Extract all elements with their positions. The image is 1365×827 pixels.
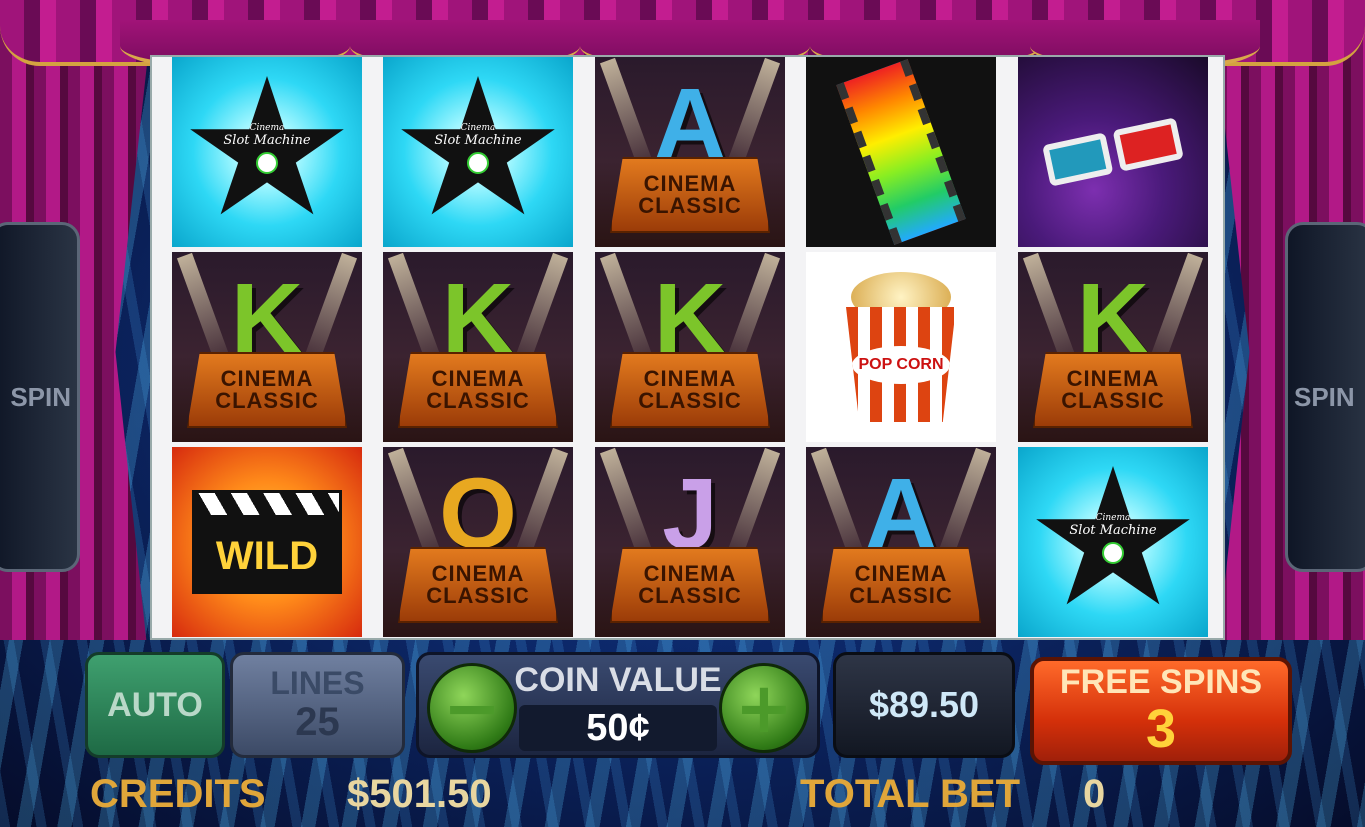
symbol-letter-k: K CINEMA CLASSIC [595, 252, 785, 442]
lines-label: LINES [270, 665, 365, 702]
pedestal-line2: CLASSIC [426, 583, 530, 608]
coin-decrease-button[interactable]: − [427, 663, 517, 753]
symbol-3d-glasses [1018, 57, 1208, 247]
coin-increase-button[interactable]: + [719, 663, 809, 753]
pedestal-line2: CLASSIC [638, 388, 742, 413]
symbol-letter-a: A CINEMA CLASSIC [806, 447, 996, 637]
info-bar: CREDITS $501.50 TOTAL BET 0 [85, 770, 1285, 820]
3d-glasses-icon [1042, 117, 1184, 187]
spin-label: SPIN [1294, 381, 1355, 412]
camera-icon [467, 151, 489, 174]
star-icon: Cinema Slot Machine [190, 76, 344, 215]
cinema-classic-pedestal: CINEMA CLASSIC [610, 157, 770, 233]
minus-icon: − [442, 667, 502, 749]
symbol-star: Cinema Slot Machine [1018, 447, 1208, 637]
cinema-classic-pedestal: CINEMA CLASSIC [821, 547, 981, 623]
camera-icon [256, 151, 278, 174]
symbol-star: Cinema Slot Machine [383, 57, 573, 247]
auto-label: AUTO [107, 685, 203, 724]
auto-button[interactable]: AUTO [85, 652, 225, 758]
lines-button[interactable]: LINES 25 [230, 652, 405, 758]
pedestal-line1: CINEMA [431, 561, 525, 586]
symbol-letter-j: J CINEMA CLASSIC [595, 447, 785, 637]
star-line1: Cinema [249, 122, 285, 133]
symbol-letter-k: K CINEMA CLASSIC [383, 252, 573, 442]
star-line2: Slot Machine [223, 132, 311, 148]
star-icon: Cinema Slot Machine [1036, 466, 1190, 605]
pedestal-line2: CLASSIC [426, 388, 530, 413]
win-amount-display: $89.50 [833, 652, 1015, 758]
pedestal-line2: CLASSIC [1061, 388, 1165, 413]
coin-value-panel: COIN VALUE 50¢ − + [416, 652, 820, 758]
credits-label: CREDITS [90, 772, 266, 816]
free-spins-label: FREE SPINS [1059, 662, 1263, 701]
wild-label: WILD [192, 518, 342, 594]
pedestal-line1: CINEMA [854, 561, 948, 586]
pedestal-line1: CINEMA [1066, 366, 1160, 391]
symbol-letter-k: K CINEMA CLASSIC [1018, 252, 1208, 442]
plus-icon: + [734, 667, 794, 749]
pedestal-line1: CINEMA [643, 561, 737, 586]
win-amount: $89.50 [868, 684, 980, 725]
total-bet-value: 0 [1083, 772, 1106, 816]
star-line1: Cinema [460, 122, 496, 133]
symbol-wild: WILD [172, 447, 362, 637]
cinema-classic-pedestal: CINEMA CLASSIC [398, 352, 558, 428]
star-line1: Cinema [1095, 512, 1131, 523]
total-bet-label: TOTAL BET [800, 772, 1020, 816]
free-spins-button[interactable]: FREE SPINS 3 [1030, 657, 1292, 765]
star-line2: Slot Machine [1069, 522, 1157, 538]
camera-icon [1102, 541, 1124, 564]
cinema-classic-pedestal: CINEMA CLASSIC [610, 352, 770, 428]
clapperboard-icon: WILD [192, 490, 342, 594]
film-strip-icon [836, 59, 966, 245]
symbol-popcorn: POP CORN [806, 252, 996, 442]
symbol-letter-q: Q CINEMA CLASSIC [383, 447, 573, 637]
pedestal-line2: CLASSIC [849, 583, 953, 608]
reel-grid: Cinema Slot Machine Cinema Slot Machine … [172, 57, 1212, 637]
popcorn-icon: POP CORN [846, 272, 956, 422]
star-icon: Cinema Slot Machine [401, 76, 555, 215]
pedestal-line1: CINEMA [643, 171, 737, 196]
symbol-letter-k: K CINEMA CLASSIC [172, 252, 362, 442]
pedestal-line1: CINEMA [220, 366, 314, 391]
star-line2: Slot Machine [434, 132, 522, 148]
symbol-letter-a: A CINEMA CLASSIC [595, 57, 785, 247]
spin-label: SPIN [10, 381, 71, 412]
coin-value-display: 50¢ [519, 705, 717, 751]
pedestal-line2: CLASSIC [638, 193, 742, 218]
cinema-classic-pedestal: CINEMA CLASSIC [398, 547, 558, 623]
cinema-classic-pedestal: CINEMA CLASSIC [1033, 352, 1193, 428]
symbol-star: Cinema Slot Machine [172, 57, 362, 247]
symbol-film-strip [806, 57, 996, 247]
pedestal-line1: CINEMA [431, 366, 525, 391]
pedestal-line1: CINEMA [643, 366, 737, 391]
cinema-classic-pedestal: CINEMA CLASSIC [610, 547, 770, 623]
lines-value: 25 [295, 699, 340, 744]
cinema-classic-pedestal: CINEMA CLASSIC [187, 352, 347, 428]
popcorn-label: POP CORN [852, 345, 950, 384]
credits-value: $501.50 [347, 772, 492, 816]
free-spins-count: 3 [1145, 698, 1177, 759]
spin-button-right[interactable]: SPIN [1285, 222, 1365, 572]
spin-button-left[interactable]: SPIN [0, 222, 80, 572]
pedestal-line2: CLASSIC [638, 583, 742, 608]
pedestal-line2: CLASSIC [215, 388, 319, 413]
